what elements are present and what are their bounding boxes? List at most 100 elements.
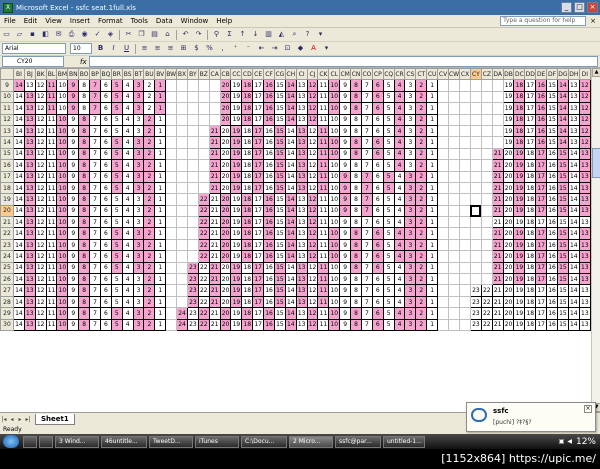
cell[interactable]: 9 xyxy=(67,238,80,252)
cell[interactable] xyxy=(176,147,188,161)
cell[interactable]: 11 xyxy=(45,136,58,149)
cell[interactable] xyxy=(165,124,178,138)
close-button[interactable]: × xyxy=(587,2,598,13)
cell[interactable]: 16 xyxy=(546,284,558,297)
column-header[interactable]: BU xyxy=(143,68,156,81)
cell[interactable]: 2 xyxy=(415,181,428,195)
cell[interactable]: 7 xyxy=(89,147,101,161)
cell[interactable]: 11 xyxy=(45,204,58,218)
cell[interactable]: 10 xyxy=(328,159,341,172)
cell[interactable]: 10 xyxy=(56,124,69,138)
cell[interactable]: 24 xyxy=(176,318,188,332)
cell[interactable]: 18 xyxy=(241,170,254,183)
cell[interactable]: 6 xyxy=(371,113,384,126)
cell[interactable]: 18 xyxy=(524,204,537,218)
column-header[interactable]: CI xyxy=(295,68,308,81)
cell[interactable]: 14 xyxy=(12,124,25,138)
cell[interactable]: 20 xyxy=(219,284,232,297)
cell[interactable]: 17 xyxy=(535,216,548,229)
cell[interactable]: 14 xyxy=(556,90,569,104)
cell[interactable]: 5 xyxy=(382,102,395,115)
minimize-button[interactable]: _ xyxy=(561,2,572,13)
cell[interactable]: 8 xyxy=(350,250,362,263)
cell[interactable]: 13 xyxy=(578,238,591,252)
cell[interactable]: 2 xyxy=(143,113,156,126)
cell[interactable]: 1 xyxy=(426,227,439,240)
cell[interactable]: 17 xyxy=(535,181,548,195)
cell[interactable]: 11 xyxy=(45,193,58,206)
cell[interactable] xyxy=(176,170,188,183)
cell[interactable]: 21 xyxy=(491,159,504,172)
cell[interactable]: 18 xyxy=(524,181,537,195)
cell[interactable]: 17 xyxy=(252,113,265,126)
cell[interactable]: 12 xyxy=(306,307,319,320)
cell[interactable] xyxy=(491,90,504,104)
cell[interactable] xyxy=(459,204,471,218)
cell[interactable]: 20 xyxy=(502,261,515,275)
cell[interactable]: 20 xyxy=(219,159,232,172)
cell[interactable]: 22 xyxy=(197,216,210,229)
cell[interactable]: 8 xyxy=(350,273,362,286)
cell[interactable]: 6 xyxy=(371,216,384,229)
cell[interactable]: 21 xyxy=(491,181,504,195)
cell[interactable]: 6 xyxy=(99,193,112,206)
cell[interactable]: 18 xyxy=(524,261,537,275)
cell[interactable]: 8 xyxy=(78,147,91,161)
cell[interactable]: 9 xyxy=(67,261,80,275)
cell[interactable]: 22 xyxy=(197,284,210,297)
paste-icon[interactable]: ▤ xyxy=(149,29,160,40)
cell[interactable]: 7 xyxy=(89,90,101,104)
cell[interactable]: 2 xyxy=(415,295,428,309)
cell[interactable]: 19 xyxy=(230,159,243,172)
cell[interactable]: 6 xyxy=(99,284,112,297)
cell[interactable]: 3 xyxy=(132,159,145,172)
column-header[interactable]: CF xyxy=(263,68,275,81)
cell[interactable]: 12 xyxy=(306,238,319,252)
cell[interactable] xyxy=(437,295,449,309)
cell[interactable]: 6 xyxy=(371,307,384,320)
cell[interactable]: 14 xyxy=(284,124,297,138)
cell[interactable]: 5 xyxy=(382,273,395,286)
cell[interactable]: 9 xyxy=(339,79,352,92)
cell[interactable]: 12 xyxy=(34,113,47,126)
cell[interactable]: 7 xyxy=(89,136,101,149)
cell[interactable]: 11 xyxy=(45,273,58,286)
cell[interactable]: 11 xyxy=(45,102,58,115)
cell[interactable] xyxy=(176,113,188,126)
help-search-input[interactable]: Type a question for help xyxy=(500,16,587,26)
cell[interactable]: 1 xyxy=(426,318,439,332)
cell[interactable]: 14 xyxy=(556,124,569,138)
cell[interactable]: 6 xyxy=(371,181,384,195)
row-header[interactable]: 13 xyxy=(0,124,14,138)
cell[interactable]: 7 xyxy=(360,273,373,286)
column-header[interactable]: DA xyxy=(491,68,504,81)
cell[interactable]: 14 xyxy=(556,136,569,149)
cell[interactable]: 22 xyxy=(480,318,493,332)
cell[interactable] xyxy=(186,181,199,195)
menu-file[interactable]: File xyxy=(0,17,20,25)
scroll-thumb[interactable] xyxy=(592,148,600,178)
cell[interactable]: 9 xyxy=(67,147,80,161)
cell[interactable] xyxy=(480,238,493,252)
cell[interactable]: 14 xyxy=(284,193,297,206)
cell[interactable]: 16 xyxy=(263,102,275,115)
cell[interactable]: 21 xyxy=(208,136,221,149)
cell[interactable] xyxy=(197,124,210,138)
cell[interactable]: 8 xyxy=(78,136,91,149)
cell[interactable]: 2 xyxy=(415,147,428,161)
cell[interactable]: 14 xyxy=(556,102,569,115)
cell[interactable]: 21 xyxy=(208,170,221,183)
cell[interactable]: 12 xyxy=(306,79,319,92)
cell[interactable]: 10 xyxy=(328,227,341,240)
cell[interactable]: 11 xyxy=(45,159,58,172)
cell[interactable]: 13 xyxy=(295,181,308,195)
cell[interactable]: 15 xyxy=(273,159,286,172)
column-header[interactable]: CO xyxy=(360,68,373,81)
row-header[interactable]: 12 xyxy=(0,113,14,126)
cell[interactable] xyxy=(186,238,199,252)
column-header[interactable]: CR xyxy=(393,68,406,81)
cell[interactable]: 6 xyxy=(371,170,384,183)
cell[interactable]: 13 xyxy=(578,295,591,309)
cell[interactable]: 11 xyxy=(317,238,330,252)
cell[interactable]: 7 xyxy=(89,295,101,309)
